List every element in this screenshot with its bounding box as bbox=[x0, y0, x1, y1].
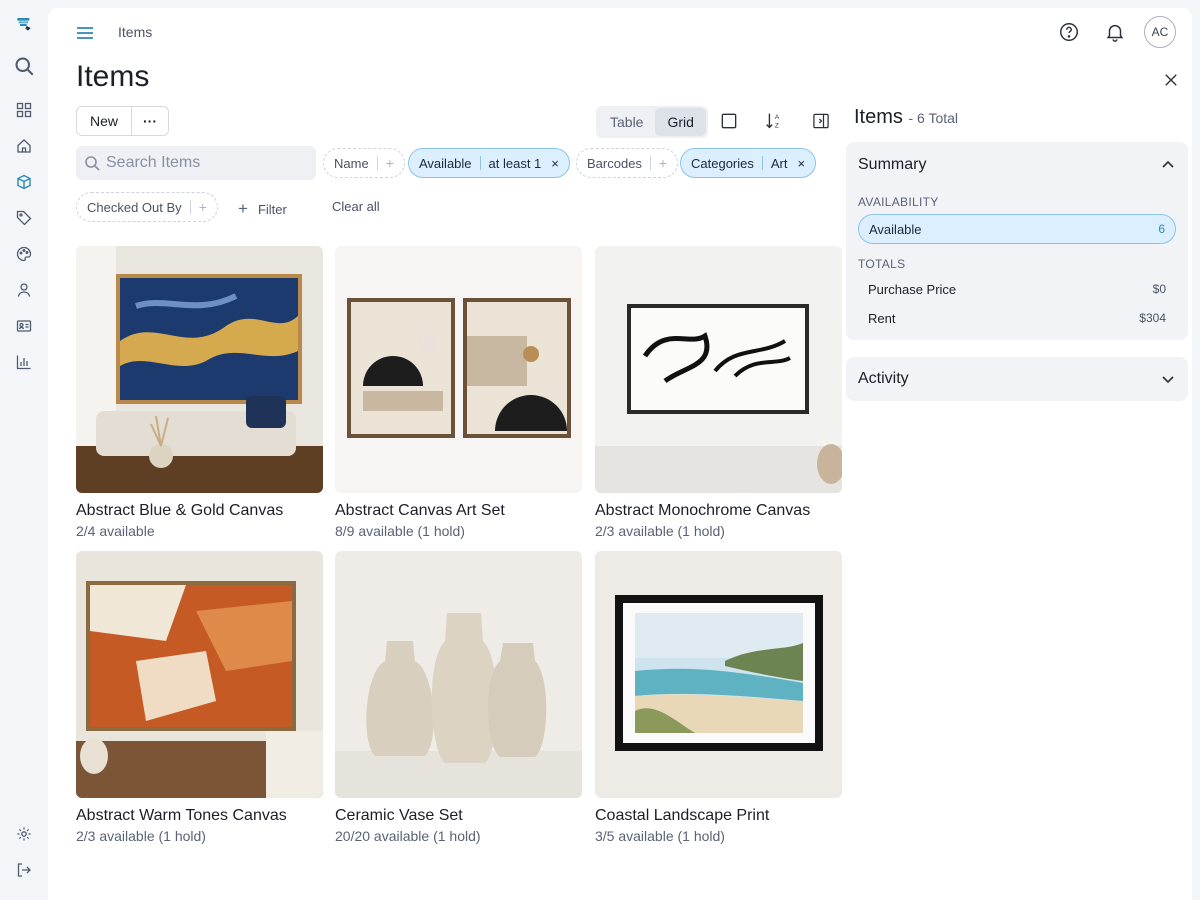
home-icon[interactable] bbox=[12, 134, 36, 158]
item-name[interactable]: Abstract Canvas Art Set bbox=[335, 502, 582, 520]
close-icon[interactable] bbox=[1158, 67, 1184, 93]
available-count: 6 bbox=[1158, 222, 1165, 236]
item-availability: 3/5 available (1 hold) bbox=[595, 828, 725, 844]
item-card[interactable]: Coastal Landscape Print 3/5 available (1… bbox=[595, 551, 842, 844]
side-panel-title: Items - 6 Total bbox=[854, 106, 959, 128]
id-card-icon[interactable] bbox=[12, 314, 36, 338]
item-name[interactable]: Ceramic Vase Set bbox=[335, 807, 582, 825]
item-image bbox=[595, 246, 842, 493]
palette-icon[interactable] bbox=[12, 242, 36, 266]
dashboard-icon[interactable] bbox=[12, 98, 36, 122]
item-availability: 2/3 available (1 hold) bbox=[76, 828, 206, 844]
item-name[interactable]: Abstract Warm Tones Canvas bbox=[76, 807, 323, 825]
left-rail bbox=[0, 0, 48, 900]
gear-icon[interactable] bbox=[12, 822, 36, 846]
svg-text:Z: Z bbox=[775, 122, 779, 129]
item-availability: 20/20 available (1 hold) bbox=[335, 828, 481, 844]
purchase-price-row: Purchase Price $0 bbox=[868, 282, 1166, 297]
remove-filter-icon[interactable]: × bbox=[551, 156, 559, 171]
availability-label: AVAILABILITY bbox=[858, 195, 939, 209]
hamburger-menu-icon[interactable] bbox=[74, 22, 96, 44]
item-name[interactable]: Coastal Landscape Print bbox=[595, 807, 842, 825]
plus-icon: + bbox=[385, 155, 394, 171]
summary-heading[interactable]: Summary bbox=[858, 156, 926, 174]
item-card[interactable]: Abstract Warm Tones Canvas 2/3 available… bbox=[76, 551, 323, 844]
select-checkbox-icon[interactable] bbox=[716, 108, 742, 134]
search-icon[interactable] bbox=[12, 54, 36, 78]
bell-icon[interactable] bbox=[1102, 19, 1128, 45]
filter-chip-categories[interactable]: Categories Art × bbox=[680, 148, 817, 178]
filter-chip-barcodes[interactable]: Barcodes + bbox=[576, 148, 679, 178]
sort-icon[interactable]: AZ bbox=[761, 108, 787, 134]
brand-logo[interactable] bbox=[12, 12, 36, 36]
item-image bbox=[595, 551, 842, 798]
item-name[interactable]: Abstract Blue & Gold Canvas bbox=[76, 502, 323, 520]
help-icon[interactable] bbox=[1056, 19, 1082, 45]
view-toggle: Table Grid bbox=[596, 106, 708, 138]
item-availability: 2/4 available bbox=[76, 523, 155, 539]
user-icon[interactable] bbox=[12, 278, 36, 302]
search-icon bbox=[85, 156, 100, 171]
main-panel: Items AC Items New ··· Table Grid AZ Sea… bbox=[48, 8, 1192, 900]
item-image bbox=[76, 551, 323, 798]
totals-label: TOTALS bbox=[858, 257, 906, 271]
item-card[interactable]: Abstract Monochrome Canvas 2/3 available… bbox=[595, 246, 842, 539]
new-button[interactable]: New bbox=[76, 106, 132, 136]
breadcrumb[interactable]: Items bbox=[118, 24, 152, 40]
item-card[interactable]: Abstract Canvas Art Set 8/9 available (1… bbox=[335, 246, 582, 539]
avatar[interactable]: AC bbox=[1144, 16, 1176, 48]
filter-chip-name[interactable]: Name + bbox=[323, 148, 405, 178]
available-filter-pill[interactable]: Available 6 bbox=[858, 214, 1176, 244]
add-filter-button[interactable]: + Filter bbox=[238, 199, 287, 219]
item-availability: 8/9 available (1 hold) bbox=[335, 523, 465, 539]
item-name[interactable]: Abstract Monochrome Canvas bbox=[595, 502, 842, 520]
item-availability: 2/3 available (1 hold) bbox=[595, 523, 725, 539]
grid-view-button[interactable]: Grid bbox=[655, 108, 706, 136]
tag-icon[interactable] bbox=[12, 206, 36, 230]
chevron-down-icon[interactable] bbox=[1160, 371, 1176, 387]
page-title: Items bbox=[76, 60, 150, 93]
filter-chip-available[interactable]: Available at least 1 × bbox=[408, 148, 570, 178]
toggle-sidebar-icon[interactable] bbox=[808, 108, 834, 134]
remove-filter-icon[interactable]: × bbox=[798, 156, 806, 171]
item-card[interactable]: Abstract Blue & Gold Canvas 2/4 availabl… bbox=[76, 246, 323, 539]
logout-icon[interactable] bbox=[12, 858, 36, 882]
filter-chip-checked-out-by[interactable]: Checked Out By + bbox=[76, 192, 218, 222]
svg-text:A: A bbox=[775, 114, 780, 121]
activity-heading[interactable]: Activity bbox=[858, 370, 909, 388]
clear-all-button[interactable]: Clear all bbox=[332, 199, 380, 214]
item-image bbox=[335, 551, 582, 798]
summary-section: Summary AVAILABILITY Available 6 TOTALS … bbox=[846, 142, 1188, 340]
activity-section[interactable]: Activity bbox=[846, 357, 1188, 401]
item-image bbox=[335, 246, 582, 493]
plus-icon: + bbox=[658, 155, 668, 171]
item-image bbox=[76, 246, 323, 493]
box-icon[interactable] bbox=[12, 170, 36, 194]
search-placeholder: Search Items bbox=[106, 154, 201, 171]
item-card[interactable]: Ceramic Vase Set 20/20 available (1 hold… bbox=[335, 551, 582, 844]
table-view-button[interactable]: Table bbox=[598, 108, 655, 136]
plus-icon: + bbox=[238, 199, 248, 218]
rent-row: Rent $304 bbox=[868, 311, 1166, 326]
item-total-count: - 6 Total bbox=[908, 110, 959, 126]
search-input[interactable]: Search Items bbox=[76, 146, 316, 180]
plus-icon: + bbox=[198, 199, 207, 215]
more-options-button[interactable]: ··· bbox=[131, 106, 169, 136]
chevron-up-icon[interactable] bbox=[1160, 157, 1176, 173]
bar-chart-icon[interactable] bbox=[12, 350, 36, 374]
